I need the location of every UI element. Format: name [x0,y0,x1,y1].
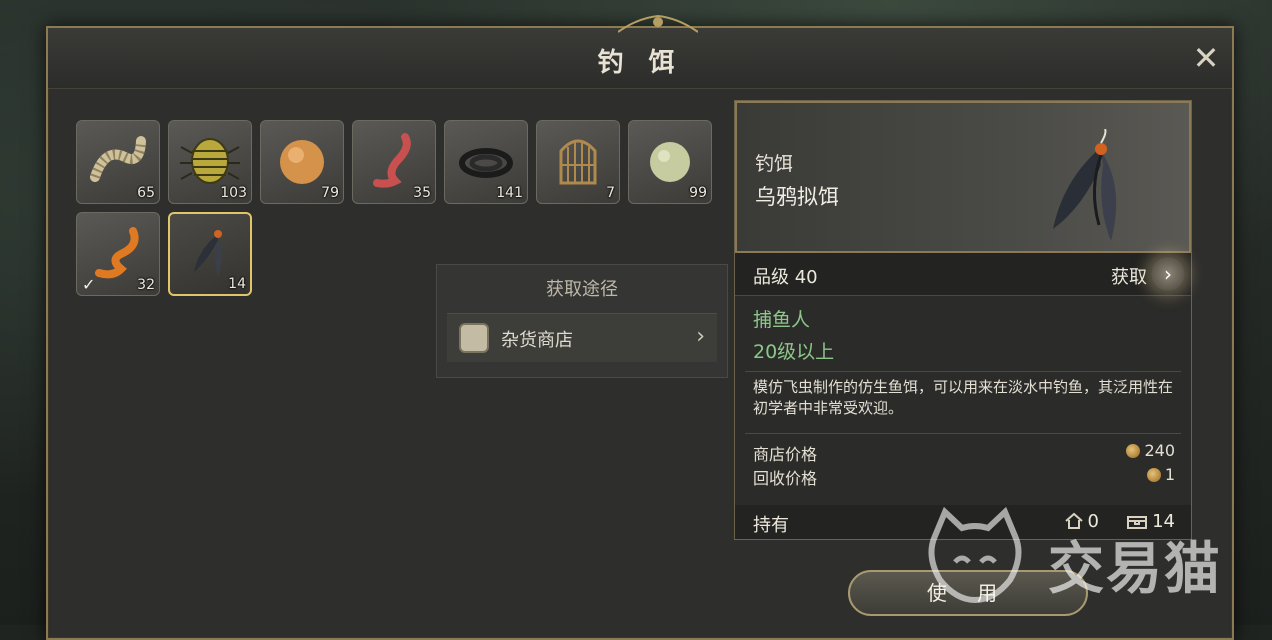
equipped-check-icon: ✓ [82,275,96,294]
job-requirement: 捕鱼人 [753,309,811,331]
coin-icon [1126,444,1141,458]
item-count: 35 [413,185,431,201]
item-count: 65 [137,185,155,201]
sell-price: 1 [1164,465,1175,484]
sell-price-value: 1 [1146,465,1175,484]
watermark: 交易猫 [920,506,1250,616]
bird-cage-icon [559,139,597,185]
item-hero: 钓饵 乌鸦拟饵 [735,101,1191,253]
item-count: 14 [228,276,246,292]
popup-title: 获取途径 [546,279,618,300]
source-entry-label: 杂货商店 [501,330,573,351]
item-count: 103 [220,185,247,201]
item-count: 141 [496,185,523,201]
ornament-icon [618,14,698,33]
shop-bag-icon [459,323,489,353]
item-count: 79 [321,185,339,201]
item-grade: 品级 40 [753,267,818,288]
source-entry-general-store[interactable]: 杂货商店 › [447,313,717,362]
grade-bar: 品级 40 获取 › [735,253,1191,296]
red-worm-icon [373,133,411,188]
acquire-source-popup: 获取途径 杂货商店 › [436,264,728,378]
feather-fly-icon [1053,129,1117,241]
bait-slot-8[interactable]: ✓ 32 [76,212,160,296]
pale-larva-icon [90,136,146,182]
orange-ball-icon [280,140,324,184]
bait-slot-5[interactable]: 141 [444,120,528,204]
coin-icon [1146,468,1161,482]
shop-price: 240 [1144,441,1175,460]
item-detail-panel: 钓饵 乌鸦拟饵 品级 40 获取 › 捕鱼人 20级以上 模仿飞虫制作的仿生鱼饵… [734,100,1192,540]
black-coil-icon [459,148,513,178]
divider [745,371,1181,372]
obtain-link[interactable]: 获取 [1111,263,1147,289]
cat-logo-icon [928,506,1022,604]
bait-slot-7[interactable]: 99 [628,120,712,204]
level-requirement: 20级以上 [753,341,835,363]
window-title: 钓 饵 [597,48,683,78]
green-ball-icon [650,142,690,182]
bait-slot-4[interactable]: 35 [352,120,436,204]
shop-price-value: 240 [1126,441,1175,460]
bait-slot-2[interactable]: 103 [168,120,252,204]
item-category: 钓饵 [755,153,794,175]
shop-price-row: 商店价格 240 [753,441,1175,464]
chevron-right-icon[interactable]: › [1151,257,1185,291]
chevron-right-icon: › [696,324,705,349]
shop-price-label: 商店价格 [753,445,818,464]
holdings-label: 持有 [753,515,789,536]
item-count: 7 [606,185,615,201]
sell-price-label: 回收价格 [753,469,818,488]
bait-slot-3[interactable]: 79 [260,120,344,204]
bait-slot-6[interactable]: 7 [536,120,620,204]
item-name: 乌鸦拟饵 [755,185,839,209]
item-description: 模仿飞虫制作的仿生鱼饵，可以用来在淡水中钓鱼，其泛用性在初学者中非常受欢迎。 [753,378,1174,417]
window-header: 钓 饵 ✕ [48,14,1232,89]
watermark-text: 交易猫 [1048,537,1222,602]
item-count: 32 [137,277,155,293]
bait-slot-9[interactable]: 14 [168,212,252,296]
bait-slot-1[interactable]: 65 [76,120,160,204]
beetle-icon [180,138,240,184]
sell-price-row: 回收价格 1 [753,465,1175,488]
item-count: 99 [689,185,707,201]
divider [745,433,1181,434]
close-icon[interactable]: ✕ [1190,42,1222,74]
